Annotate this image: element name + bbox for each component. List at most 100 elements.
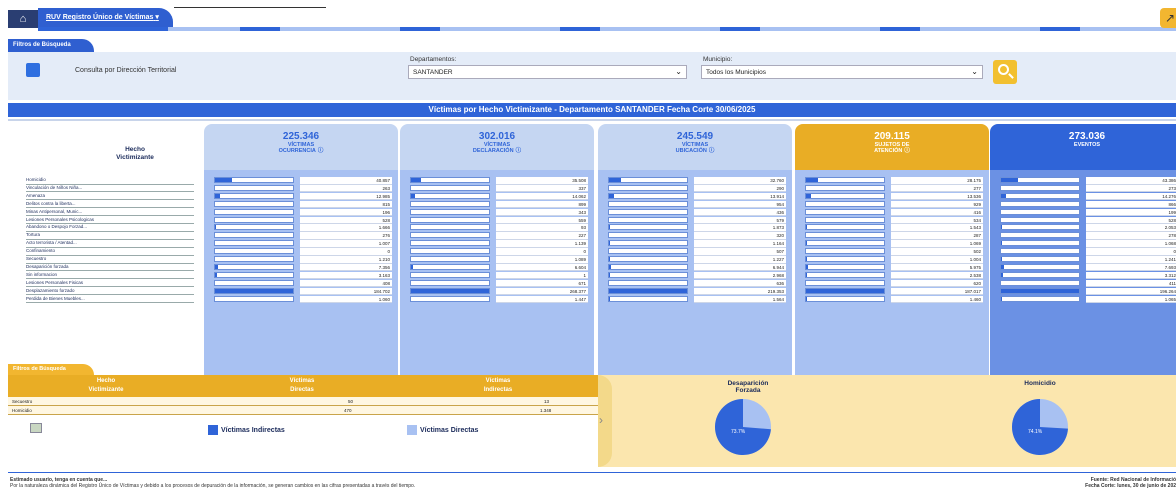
- bar[interactable]: [410, 287, 490, 294]
- bar[interactable]: [608, 224, 688, 231]
- bar[interactable]: [805, 232, 885, 239]
- bar[interactable]: [410, 271, 490, 278]
- search-button[interactable]: [993, 60, 1017, 84]
- bar[interactable]: [608, 279, 688, 286]
- bar[interactable]: [1000, 263, 1080, 270]
- bar[interactable]: [410, 216, 490, 223]
- bar[interactable]: [214, 248, 294, 255]
- bar[interactable]: [410, 232, 490, 239]
- info-icon[interactable]: ⓘ: [904, 148, 910, 154]
- bar[interactable]: [410, 248, 490, 255]
- bar[interactable]: [1000, 208, 1080, 215]
- bar[interactable]: [805, 271, 885, 278]
- bar[interactable]: [214, 177, 294, 183]
- bar[interactable]: [410, 279, 490, 286]
- bar[interactable]: [214, 232, 294, 239]
- bar[interactable]: [608, 232, 688, 239]
- row-label[interactable]: Confinamiento: [26, 248, 194, 256]
- bar[interactable]: [214, 184, 294, 191]
- bar[interactable]: [410, 184, 490, 191]
- bar[interactable]: [805, 295, 885, 302]
- bar[interactable]: [1000, 248, 1080, 255]
- bar[interactable]: [1000, 184, 1080, 191]
- bar[interactable]: [1000, 177, 1080, 183]
- info-icon[interactable]: ⓘ: [709, 148, 715, 154]
- bar[interactable]: [608, 200, 688, 207]
- row-label[interactable]: Vinculación de Niños Niña...: [26, 185, 194, 193]
- bar[interactable]: [410, 224, 490, 231]
- info-icon[interactable]: ⓘ: [516, 148, 522, 154]
- bar[interactable]: [214, 208, 294, 215]
- bar[interactable]: [410, 192, 490, 199]
- bar[interactable]: [214, 295, 294, 302]
- bar[interactable]: [214, 263, 294, 270]
- bar[interactable]: [214, 240, 294, 247]
- bar[interactable]: [805, 177, 885, 183]
- row-label[interactable]: Abandono o Despojo Forzad...: [26, 224, 194, 232]
- bar[interactable]: [214, 216, 294, 223]
- home-button[interactable]: ⌂: [8, 10, 38, 28]
- bar[interactable]: [805, 240, 885, 247]
- row-label[interactable]: Desaparición forzada: [26, 264, 194, 272]
- bar[interactable]: [608, 184, 688, 191]
- bar[interactable]: [1000, 232, 1080, 239]
- row-label[interactable]: Acto terrorista / Atentad...: [26, 240, 194, 248]
- bar[interactable]: [410, 240, 490, 247]
- bar[interactable]: [805, 256, 885, 262]
- bar[interactable]: [410, 177, 490, 183]
- bar[interactable]: [805, 279, 885, 286]
- chevron-right-icon[interactable]: ›: [599, 413, 603, 427]
- bar[interactable]: [608, 208, 688, 215]
- bar[interactable]: [1000, 200, 1080, 207]
- bar[interactable]: [1000, 216, 1080, 223]
- bar[interactable]: [608, 177, 688, 183]
- row-label[interactable]: Desplazamiento forzado: [26, 288, 194, 296]
- bar[interactable]: [214, 256, 294, 262]
- departamentos-select[interactable]: SANTANDER ⌄: [408, 65, 687, 79]
- bar[interactable]: [608, 287, 688, 294]
- bar[interactable]: [410, 200, 490, 207]
- row-label[interactable]: Homicidio: [26, 177, 194, 185]
- bar[interactable]: [805, 287, 885, 294]
- bar[interactable]: [214, 271, 294, 278]
- bar[interactable]: [1000, 279, 1080, 286]
- bar[interactable]: [608, 295, 688, 302]
- bar[interactable]: [608, 240, 688, 247]
- bar[interactable]: [608, 248, 688, 255]
- bar[interactable]: [805, 248, 885, 255]
- bar[interactable]: [1000, 240, 1080, 247]
- row-label[interactable]: Sin informacion: [26, 272, 194, 280]
- bar[interactable]: [410, 208, 490, 215]
- bar[interactable]: [1000, 224, 1080, 231]
- tab-ruv[interactable]: RUV Registro Único de Víctimas ▾: [38, 8, 173, 28]
- table-row[interactable]: Secuestro 50 13: [8, 397, 598, 406]
- bar[interactable]: [410, 256, 490, 262]
- municipio-select[interactable]: Todos los Municipios ⌄: [701, 65, 983, 79]
- bar[interactable]: [608, 256, 688, 262]
- bar[interactable]: [1000, 192, 1080, 199]
- bar[interactable]: [805, 192, 885, 199]
- bar[interactable]: [608, 216, 688, 223]
- row-label[interactable]: Lesiones Personales Psicologicas: [26, 217, 194, 224]
- row-label[interactable]: Lesiones Personales Fisicas: [26, 280, 194, 288]
- info-icon[interactable]: ⓘ: [318, 148, 324, 154]
- row-label[interactable]: Amenaza: [26, 193, 194, 201]
- bar[interactable]: [1000, 256, 1080, 262]
- bar[interactable]: [214, 287, 294, 294]
- row-label[interactable]: Tortura: [26, 232, 194, 240]
- row-label[interactable]: Perdida de Bienes Muebles...: [26, 296, 194, 303]
- bar[interactable]: [805, 184, 885, 191]
- bar[interactable]: [805, 224, 885, 231]
- bar[interactable]: [805, 200, 885, 207]
- row-label[interactable]: Delitos contra la liberta...: [26, 201, 194, 209]
- table-row[interactable]: Homicidio 470 1.348: [8, 406, 598, 415]
- bar[interactable]: [1000, 295, 1080, 302]
- image-icon[interactable]: [30, 423, 42, 433]
- bar[interactable]: [214, 224, 294, 231]
- bar[interactable]: [608, 263, 688, 270]
- bar[interactable]: [1000, 271, 1080, 278]
- bar[interactable]: [410, 295, 490, 302]
- bar[interactable]: [214, 200, 294, 207]
- bar[interactable]: [410, 263, 490, 270]
- bar[interactable]: [214, 192, 294, 199]
